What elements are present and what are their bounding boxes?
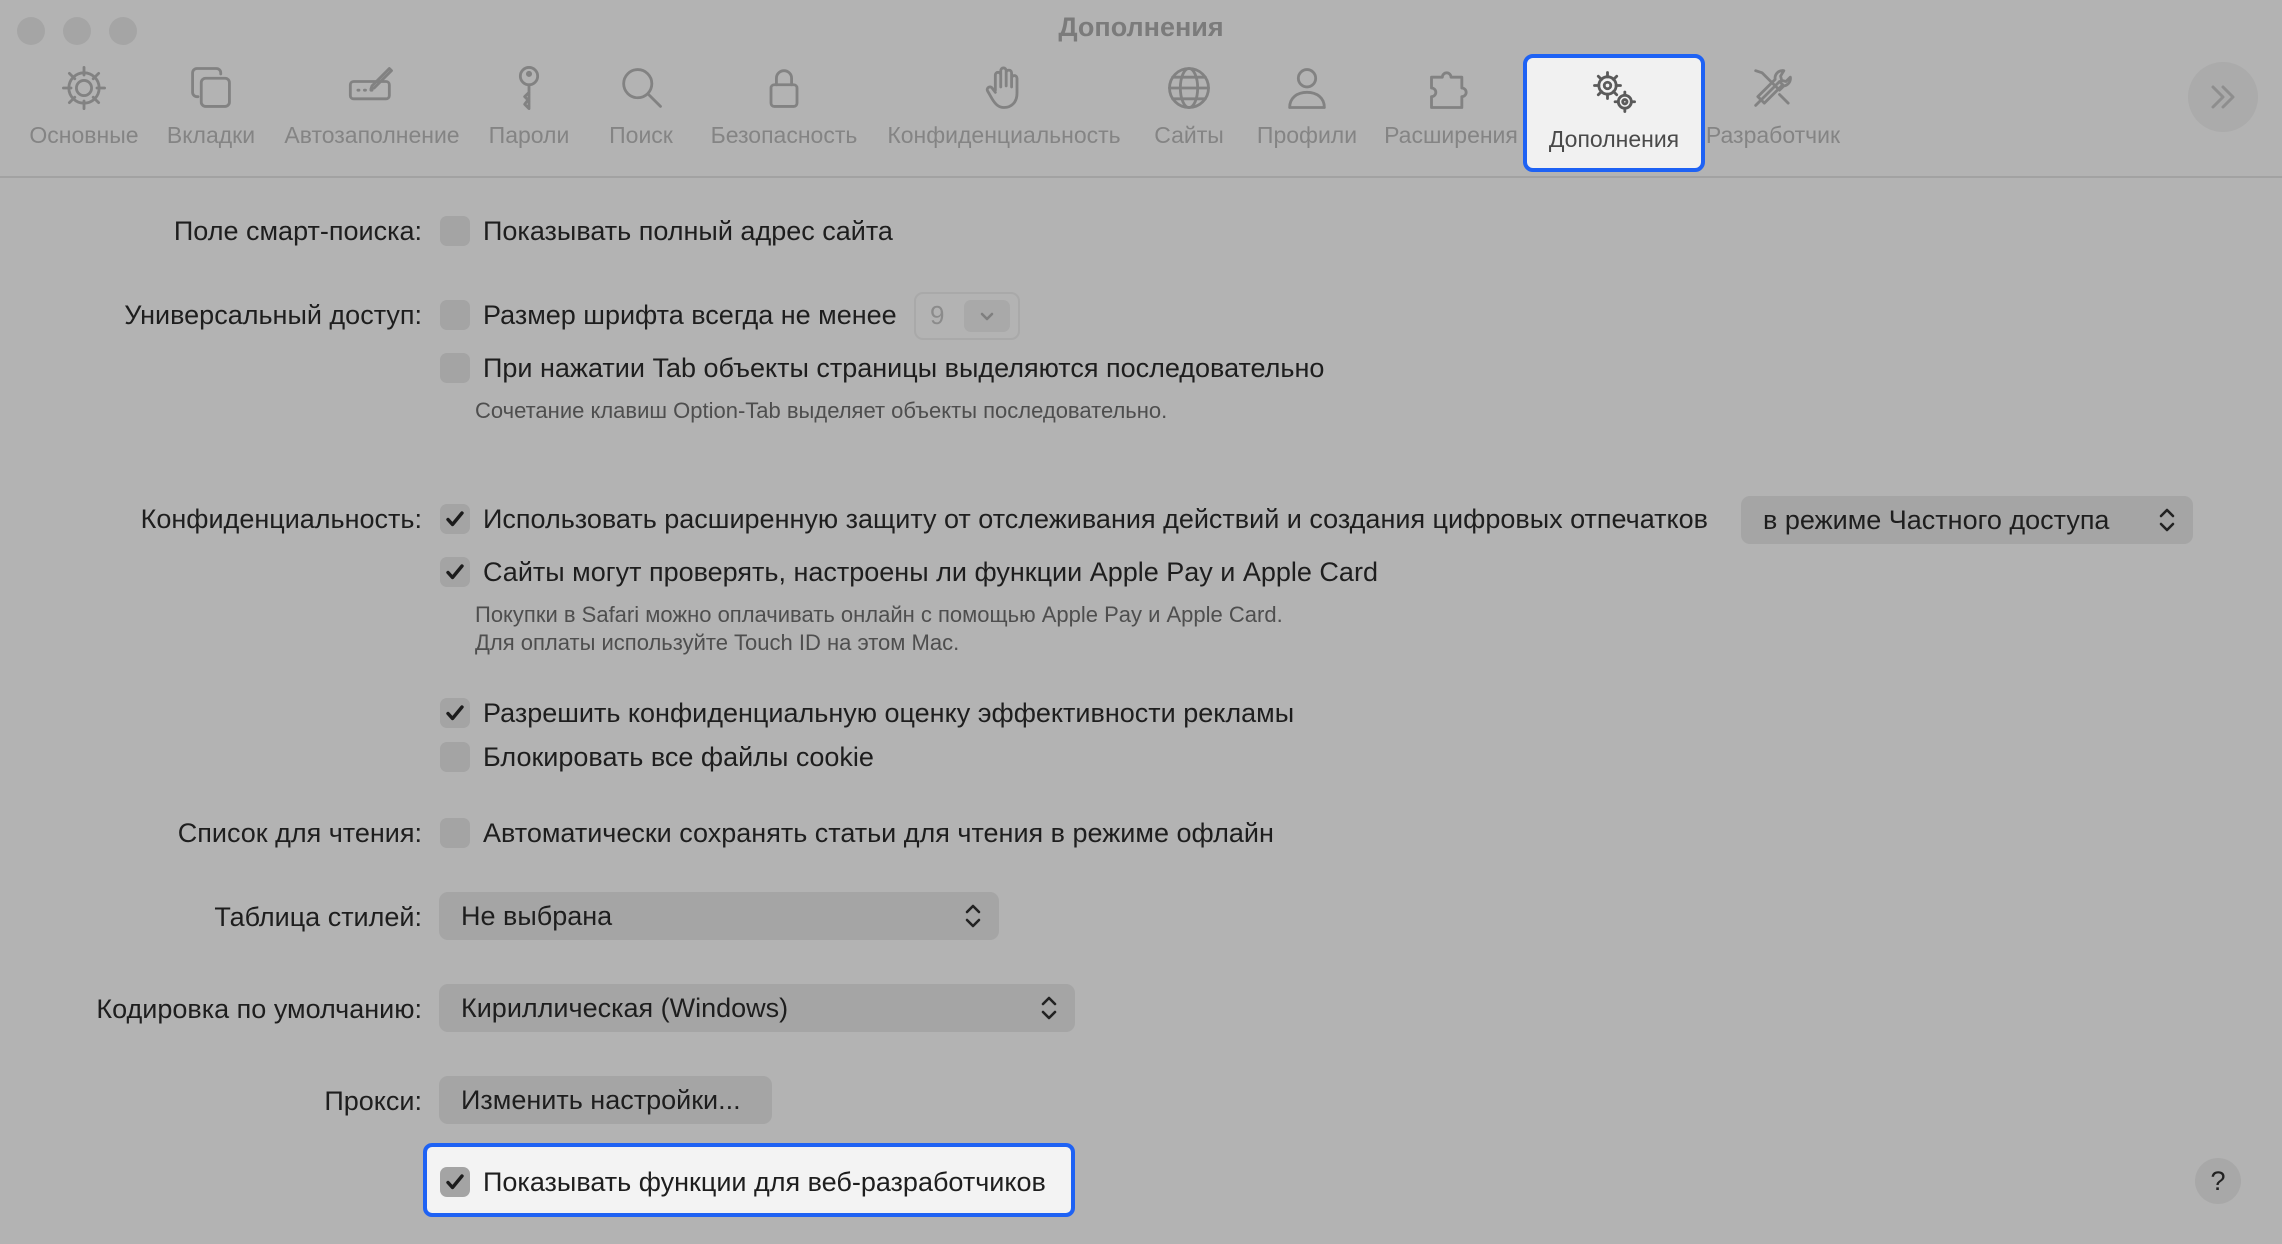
tab-label: Разработчик (1705, 122, 1841, 148)
advanced-protection-checkbox[interactable] (440, 504, 470, 534)
tab-highlight-hint: Сочетание клавиш Option-Tab выделяет объ… (475, 398, 1168, 423)
tab-profiles[interactable]: Профили (1254, 54, 1360, 166)
encoding-select[interactable]: Кириллическая (Windows) (439, 984, 1075, 1032)
reading-list-label: Список для чтения: (177, 818, 422, 848)
developer-features-checkbox[interactable] (440, 1167, 470, 1197)
toolbar: Дополнения Основные Вкладки Автозаполнен… (0, 0, 2282, 178)
protection-mode-select[interactable]: в режиме Частного доступа (1741, 496, 2193, 544)
block-cookies-text[interactable]: Блокировать все файлы cookie (483, 742, 874, 773)
tab-developer[interactable]: Разработчик (1700, 54, 1846, 166)
up-down-chevron-icon (965, 904, 981, 928)
tab-tabs[interactable]: Вкладки (158, 54, 264, 166)
window-title: Дополнения (1058, 12, 1224, 42)
gears-icon (1593, 71, 1636, 113)
min-font-size-checkbox[interactable] (440, 300, 470, 330)
tab-label: Вкладки (166, 122, 256, 148)
tab-label: Поиск (609, 122, 673, 148)
smart-search-label: Поле смарт-поиска: (173, 216, 422, 246)
gear-icon (62, 66, 106, 110)
change-proxy-settings-label: Изменить настройки... (461, 1084, 741, 1115)
tab-advanced[interactable]: Дополнения (1523, 54, 1705, 172)
lock-icon (769, 69, 799, 108)
more-tabs-button[interactable] (2188, 62, 2258, 132)
tab-privacy[interactable]: Конфиденциальность (884, 54, 1124, 166)
encoding-value: Кириллическая (Windows) (461, 992, 789, 1023)
key-icon (518, 66, 540, 110)
up-down-chevron-icon (1041, 996, 1057, 1020)
privacy-label: Конфиденциальность: (140, 504, 422, 534)
tab-label: Безопасность (710, 122, 858, 148)
apple-pay-text[interactable]: Сайты могут проверять, настроены ли функ… (483, 557, 1378, 588)
show-full-address-checkbox[interactable] (440, 216, 470, 246)
search-icon (622, 68, 662, 108)
tab-highlight-checkbox[interactable] (440, 353, 470, 383)
tab-search[interactable]: Поиск (598, 54, 684, 166)
tab-label: Сайты (1154, 122, 1224, 148)
up-down-chevron-icon (2159, 508, 2175, 532)
tab-label: Расширения (1384, 122, 1518, 148)
ad-measurement-checkbox[interactable] (440, 698, 470, 728)
stylesheet-select[interactable]: Не выбрана (439, 892, 999, 940)
ad-measurement-text[interactable]: Разрешить конфиденциальную оценку эффект… (483, 698, 1294, 729)
encoding-label: Кодировка по умолчанию: (96, 994, 422, 1024)
tab-label: Пароли (488, 122, 570, 148)
show-full-address-text[interactable]: Показывать полный адрес сайта (483, 216, 893, 247)
reading-list-offline-text[interactable]: Автоматически сохранять статьи для чтени… (483, 818, 1274, 849)
block-cookies-checkbox[interactable] (440, 742, 470, 772)
apple-pay-checkbox[interactable] (440, 557, 470, 587)
developer-features-text[interactable]: Показывать функции для веб-разработчиков (483, 1167, 1046, 1198)
tools-icon (1754, 69, 1792, 107)
min-font-size-select[interactable]: 9 (914, 292, 1020, 340)
reading-list-offline-checkbox[interactable] (440, 818, 470, 848)
stylesheet-value: Не выбрана (461, 900, 613, 931)
chevron-down-icon (980, 312, 994, 321)
change-proxy-settings-button[interactable]: Изменить настройки... (439, 1076, 772, 1124)
tab-label: Автозаполнение (284, 122, 460, 148)
tab-general[interactable]: Основные (22, 54, 146, 166)
chevron-double-right-icon (2211, 85, 2235, 109)
checkmark-icon (446, 1174, 464, 1190)
tab-label: Основные (29, 122, 139, 148)
tab-security[interactable]: Безопасность (706, 54, 862, 166)
autofill-pencil-icon (348, 67, 393, 101)
globe-icon (1168, 67, 1210, 109)
tab-autofill[interactable]: Автозаполнение (279, 54, 465, 166)
tab-passwords[interactable]: Пароли (484, 54, 574, 166)
stylesheet-label: Таблица стилей: (214, 902, 422, 932)
puzzle-piece-icon (1430, 71, 1468, 109)
min-font-size-dropdown-button[interactable] (964, 300, 1010, 332)
min-font-size-text[interactable]: Размер шрифта всегда не менее (483, 300, 897, 331)
tab-highlight-text[interactable]: При нажатии Tab объекты страницы выделяю… (483, 353, 1324, 384)
tab-websites[interactable]: Сайты (1146, 54, 1232, 166)
hand-icon (985, 66, 1019, 109)
apple-pay-hint-line1: Покупки в Safari можно оплачивать онлайн… (475, 602, 1283, 627)
tabs-icon (191, 67, 231, 108)
proxies-label: Прокси: (324, 1086, 422, 1116)
tab-label: Профили (1256, 122, 1358, 148)
accessibility-label: Универсальный доступ: (124, 300, 422, 330)
tab-label: Дополнения (1548, 126, 1680, 152)
protection-mode-value: в режиме Частного доступа (1763, 504, 2110, 535)
apple-pay-hint-line2: Для оплаты используйте Touch ID на этом … (475, 630, 960, 655)
checkmark-icon (446, 511, 464, 527)
help-button[interactable]: ? (2195, 1158, 2241, 1204)
checkmark-icon (446, 705, 464, 721)
advanced-protection-text[interactable]: Использовать расширенную защиту от отсле… (483, 504, 1708, 535)
min-font-size-value: 9 (930, 300, 945, 330)
tab-label: Конфиденциальность (887, 122, 1121, 148)
person-icon (1288, 68, 1326, 109)
checkmark-icon (446, 564, 464, 580)
tab-extensions[interactable]: Расширения (1380, 54, 1522, 166)
